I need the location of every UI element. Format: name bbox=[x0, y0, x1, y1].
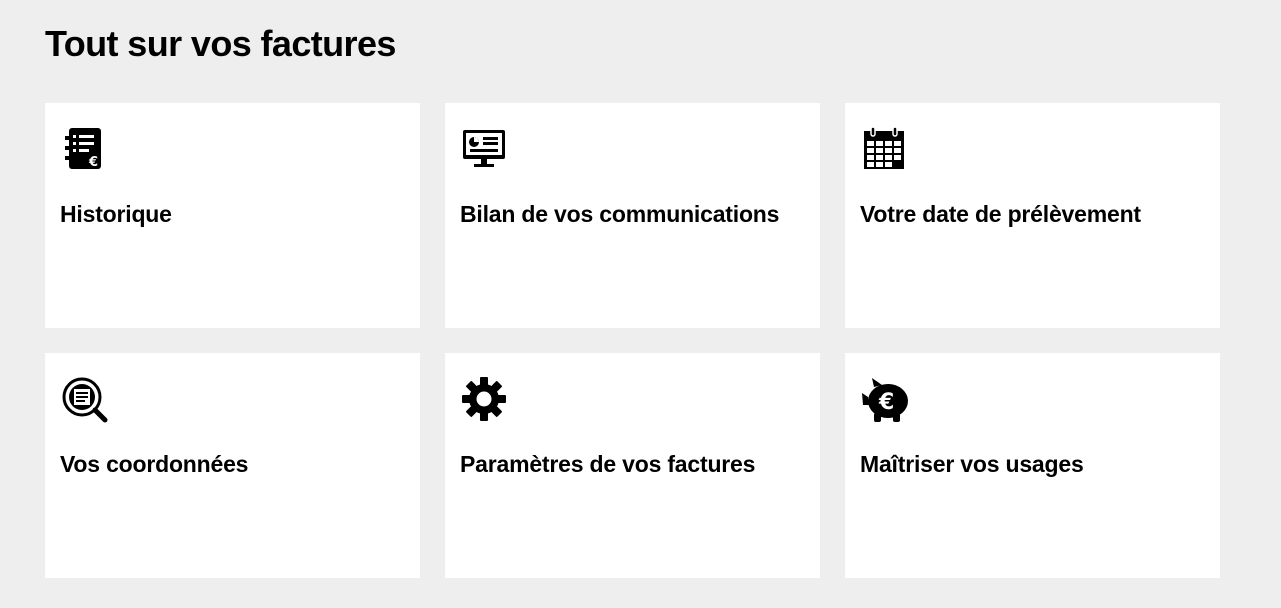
card-date-prelevement[interactable]: Votre date de prélèvement bbox=[845, 103, 1220, 328]
card-label-maitriser-usages: Maîtriser vos usages bbox=[860, 451, 1084, 477]
card-parametres-factures[interactable]: Paramètres de vos factures bbox=[445, 353, 820, 578]
card-label-bilan-communications: Bilan de vos communications bbox=[460, 201, 780, 227]
card-label-parametres-factures: Paramètres de vos factures bbox=[460, 451, 756, 477]
monitor-report-icon bbox=[460, 125, 510, 175]
document-search-icon bbox=[60, 375, 110, 425]
calendar-icon bbox=[860, 125, 910, 175]
gear-icon bbox=[460, 375, 510, 425]
page-title: Tout sur vos factures bbox=[45, 23, 396, 64]
card-bilan-communications[interactable]: Bilan de vos communications bbox=[445, 103, 820, 328]
invoice-euro-icon: € bbox=[60, 125, 110, 175]
svg-text:€: € bbox=[878, 390, 894, 415]
card-historique[interactable]: € Historique bbox=[45, 103, 420, 328]
card-coordonnees[interactable]: Vos coordonnées bbox=[45, 353, 420, 578]
card-label-date-prelevement: Votre date de prélèvement bbox=[860, 201, 1141, 227]
card-maitriser-usages[interactable]: € Maîtriser vos usages bbox=[845, 353, 1220, 578]
card-label-historique: Historique bbox=[60, 201, 172, 227]
card-label-coordonnees: Vos coordonnées bbox=[60, 451, 249, 477]
card-grid: € Historique Bilan de vos communications… bbox=[45, 103, 1220, 578]
piggy-bank-euro-icon: € bbox=[860, 375, 910, 425]
svg-text:€: € bbox=[88, 155, 98, 170]
page: Tout sur vos factures € Historique Bilan… bbox=[0, 0, 1281, 608]
